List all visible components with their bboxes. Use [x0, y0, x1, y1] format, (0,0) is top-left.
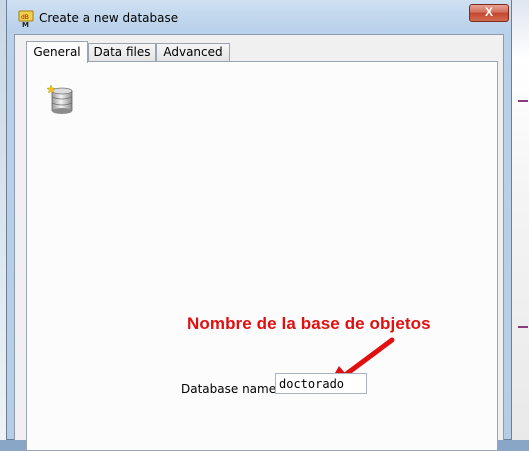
- database-name-input[interactable]: [275, 373, 367, 394]
- background-mark: [518, 100, 528, 102]
- annotation-text: Nombre de la base de objetos: [187, 314, 431, 333]
- svg-text:dB: dB: [21, 14, 29, 21]
- database-icon: [47, 84, 73, 114]
- window-title: Create a new database: [39, 11, 179, 25]
- tab-general[interactable]: General: [26, 41, 88, 63]
- database-name-label: Database name:: [181, 382, 281, 396]
- tab-data-files[interactable]: Data files: [88, 43, 156, 62]
- app-icon: dB M: [18, 10, 34, 28]
- desktop-background-right: [512, 0, 529, 440]
- tab-advanced[interactable]: Advanced: [156, 43, 230, 62]
- close-button[interactable]: X: [469, 4, 509, 22]
- general-tab-panel: Nombre de la base de objetos Database na…: [26, 61, 498, 451]
- svg-text:M: M: [22, 21, 29, 28]
- title-bar[interactable]: dB M Create a new database X: [7, 0, 511, 34]
- create-database-dialog: dB M Create a new database X General Dat…: [6, 0, 512, 451]
- dialog-body: General Data files Advanced Nombre de la…: [14, 34, 504, 451]
- background-mark: [518, 326, 528, 328]
